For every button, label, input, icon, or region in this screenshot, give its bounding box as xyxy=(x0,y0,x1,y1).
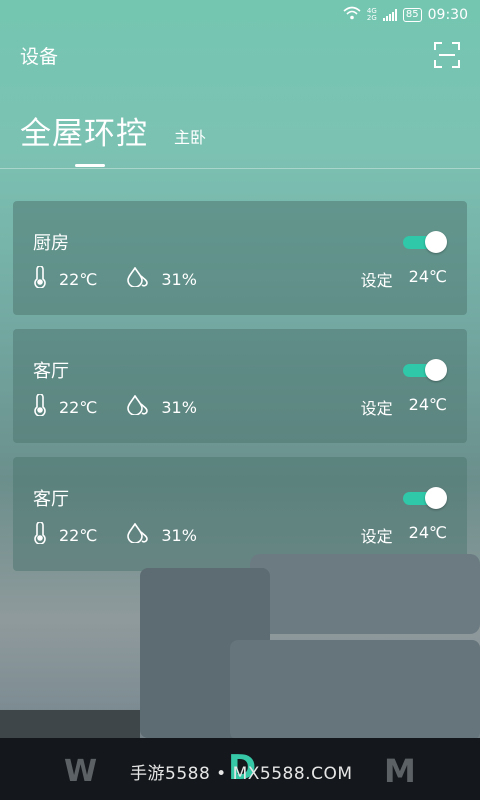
temperature-value: 22℃ xyxy=(59,269,98,289)
humidity-value: 31% xyxy=(161,269,197,289)
temperature-value: 22℃ xyxy=(59,397,98,417)
tab-row: 全屋环控 主卧 xyxy=(20,108,206,153)
power-toggle[interactable] xyxy=(403,487,447,509)
clock: 09:30 xyxy=(427,7,468,23)
thermometer-icon xyxy=(33,265,47,292)
divider xyxy=(0,168,480,169)
room-name: 厨房 xyxy=(33,233,69,254)
scan-icon[interactable] xyxy=(434,42,460,68)
room-metrics: 22℃ 31% 设定 24℃ xyxy=(33,393,447,420)
power-toggle[interactable] xyxy=(403,359,447,381)
humidity-value: 31% xyxy=(161,397,197,417)
sofa-illustration xyxy=(0,554,480,740)
tab-master-bedroom[interactable]: 主卧 xyxy=(174,124,206,148)
power-toggle[interactable] xyxy=(403,231,447,253)
logo-w: W xyxy=(64,754,98,789)
set-temperature[interactable]: 24℃ xyxy=(409,395,447,419)
wifi-icon xyxy=(343,6,361,24)
room-name: 客厅 xyxy=(33,361,69,382)
watermark-text: 手游5588 • MX5588.COM xyxy=(130,764,353,784)
room-card[interactable]: 客厅 22℃ 31% 设定 24℃ xyxy=(13,329,467,443)
tab-whole-house[interactable]: 全屋环控 xyxy=(20,108,148,153)
network-label: 4G 2G xyxy=(366,7,377,22)
humidity-icon xyxy=(127,394,149,419)
thermometer-icon xyxy=(33,393,47,420)
room-name: 客厅 xyxy=(33,489,69,510)
app-header: 设备 xyxy=(20,40,460,70)
watermark-banner: W D 手游5588 • MX5588.COM M xyxy=(0,738,480,800)
humidity-icon xyxy=(127,266,149,291)
status-bar: 4G 2G 85 09:30 xyxy=(0,0,480,30)
signal-icon xyxy=(382,9,397,21)
active-tab-indicator xyxy=(75,164,105,167)
set-label: 设定 xyxy=(360,399,393,418)
page-title: 设备 xyxy=(20,45,59,68)
room-metrics: 22℃ 31% 设定 24℃ xyxy=(33,265,447,292)
room-card[interactable]: 厨房 22℃ 31% 设定 24℃ xyxy=(13,201,467,315)
set-temperature[interactable]: 24℃ xyxy=(409,267,447,291)
logo-m: M xyxy=(384,752,416,790)
battery-icon: 85 xyxy=(402,8,422,22)
set-label: 设定 xyxy=(360,271,393,290)
